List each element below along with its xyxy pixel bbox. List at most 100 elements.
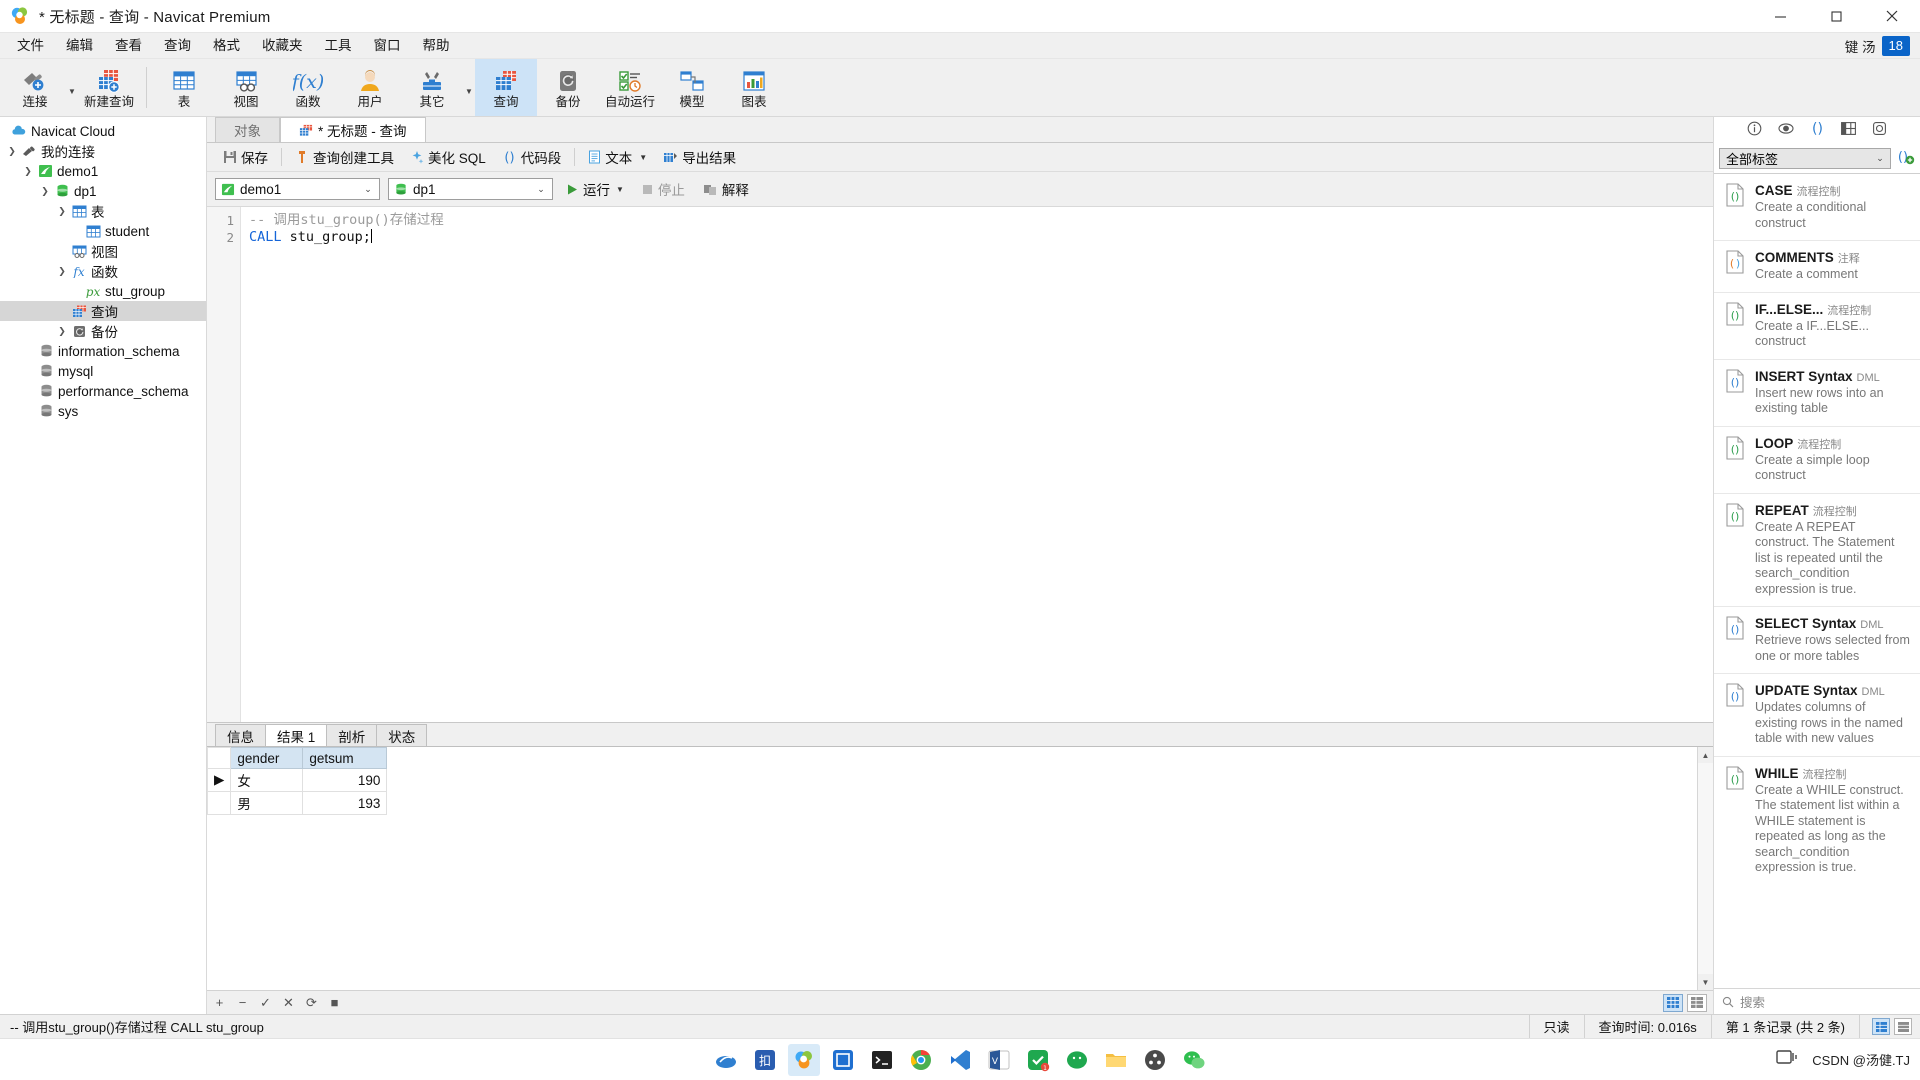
toolbar-query[interactable]: 查询	[475, 59, 537, 116]
cell-getsum[interactable]: 190	[302, 768, 388, 792]
navicat-cloud-item[interactable]: Navicat Cloud	[0, 121, 206, 141]
twisty-expanded-icon[interactable]: ❯	[37, 186, 53, 197]
form-view-button[interactable]	[1687, 993, 1707, 1012]
database-performance-schema-item[interactable]: performance_schema	[0, 381, 206, 401]
explain-button[interactable]: 解释	[698, 177, 754, 201]
query-builder-button[interactable]: 查询创建工具	[287, 144, 402, 170]
code-snippet-button[interactable]: () 代码段	[494, 144, 570, 170]
toolbar-connection[interactable]: 连接	[4, 59, 66, 116]
snippet-search[interactable]: 搜索	[1714, 988, 1920, 1014]
list-item[interactable]: () IF...ELSE... 流程控制 Create a IF...ELSE..…	[1714, 291, 1920, 359]
tab-query[interactable]: * 无标题 - 查询	[280, 117, 426, 142]
toolbar-automation[interactable]: 自动运行	[599, 59, 661, 116]
scroll-up-icon[interactable]: ▲	[1698, 747, 1713, 763]
twisty-expanded-icon[interactable]: ❯	[4, 146, 20, 157]
list-item[interactable]: () INSERT Syntax DML Insert new rows into…	[1714, 358, 1920, 426]
others-dropdown-caret-icon[interactable]: ▼	[463, 87, 475, 96]
taskbar-chrome-icon[interactable]	[905, 1044, 937, 1076]
table-row[interactable]: 男 193	[207, 791, 388, 815]
taskbar-navicat-icon[interactable]	[788, 1043, 820, 1076]
toolbar-backup[interactable]: 备份	[537, 59, 599, 116]
scroll-down-icon[interactable]: ▼	[1698, 974, 1713, 990]
toolbar-others[interactable]: 其它	[401, 59, 463, 116]
minimize-button[interactable]	[1752, 0, 1808, 33]
snippet-list[interactable]: () CASE 流程控制 Create a conditional constru…	[1714, 173, 1920, 988]
folder-backups-item[interactable]: ❯ 备份	[0, 321, 206, 341]
menu-item-view[interactable]: 查看	[104, 34, 153, 58]
result-grid[interactable]: gender getsum ▶ 女 190 男 193	[207, 747, 1697, 990]
taskbar-todo-icon[interactable]: 1	[1022, 1044, 1054, 1076]
taskbar-ime-icon[interactable]	[710, 1044, 742, 1076]
database-mysql-item[interactable]: mysql	[0, 361, 206, 381]
chevron-down-icon[interactable]: ⌄	[532, 184, 550, 195]
tab-result-1[interactable]: 结果 1	[265, 724, 328, 746]
toolbar-new-query[interactable]: 新建查询	[78, 59, 140, 116]
list-item[interactable]: () WHILE 流程控制 Create a WHILE construct. T…	[1714, 755, 1920, 885]
menu-item-favorites[interactable]: 收藏夹	[251, 34, 314, 58]
menu-item-query[interactable]: 查询	[153, 34, 202, 58]
folder-tables-item[interactable]: ❯ 表	[0, 201, 206, 221]
database-sys-item[interactable]: sys	[0, 401, 206, 421]
taskbar-vscode-icon[interactable]	[944, 1044, 976, 1076]
taskbar-terminal-icon[interactable]	[866, 1044, 898, 1076]
stop-button[interactable]: ■	[328, 995, 341, 1010]
tab-objects[interactable]: 对象	[215, 117, 280, 142]
settings-icon[interactable]	[1872, 121, 1887, 139]
tag-filter-select[interactable]: 全部标签 ⌄	[1719, 147, 1891, 169]
list-item[interactable]: () UPDATE Syntax DML Updates columns of e…	[1714, 673, 1920, 756]
list-item[interactable]: () CASE 流程控制 Create a conditional constru…	[1714, 173, 1920, 240]
save-button[interactable]: 保存	[215, 144, 276, 170]
list-item[interactable]: () SELECT Syntax DML Retrieve rows select…	[1714, 606, 1920, 673]
folder-views-item[interactable]: 视图	[0, 241, 206, 261]
taskbar-explorer-icon[interactable]	[1100, 1044, 1132, 1076]
folder-functions-item[interactable]: ❯ fx 函数	[0, 261, 206, 281]
taskbar-office-icon[interactable]: V	[983, 1044, 1015, 1076]
twisty-expanded-icon[interactable]: ❯	[54, 206, 70, 217]
menu-item-help[interactable]: 帮助	[412, 34, 461, 58]
toolbar-view[interactable]: 视图	[215, 59, 277, 116]
list-item[interactable]: () LOOP 流程控制 Create a simple loop constru…	[1714, 425, 1920, 493]
table-student-item[interactable]: student	[0, 221, 206, 241]
grid-view-button[interactable]	[1663, 993, 1683, 1012]
ime-badge[interactable]: 18	[1881, 35, 1910, 56]
database-dp1-item[interactable]: ❯ dp1	[0, 181, 206, 201]
cell-getsum[interactable]: 193	[302, 791, 388, 815]
connection-select[interactable]: demo1 ⌄	[215, 178, 380, 200]
procedure-stu-group-item[interactable]: px stu_group	[0, 281, 206, 301]
chevron-down-icon[interactable]: ▼	[639, 153, 647, 162]
tab-info[interactable]: 信息	[215, 724, 266, 746]
menu-item-tools[interactable]: 工具	[314, 34, 363, 58]
task-view-icon[interactable]	[1776, 1048, 1798, 1071]
my-connections-item[interactable]: ❯ 我的连接	[0, 141, 206, 161]
editor-code-area[interactable]: -- 调用stu_group()存储过程 CALL stu_group;	[241, 207, 1713, 722]
scrollbar-track[interactable]	[1698, 763, 1713, 974]
twisty-collapsed-icon[interactable]: ❯	[54, 326, 70, 337]
add-record-button[interactable]: +	[213, 995, 226, 1010]
chevron-down-icon[interactable]: ▼	[616, 185, 624, 194]
remove-record-button[interactable]: −	[236, 995, 249, 1010]
status-form-view-button[interactable]	[1894, 1018, 1912, 1035]
beautify-sql-button[interactable]: 美化 SQL	[402, 144, 494, 170]
twisty-expanded-icon[interactable]: ❯	[54, 266, 70, 277]
result-vertical-scrollbar[interactable]: ▲ ▼	[1697, 747, 1713, 990]
text-button[interactable]: 文本 ▼	[580, 144, 655, 170]
status-grid-view-button[interactable]	[1872, 1018, 1890, 1035]
toolbar-user[interactable]: 用户	[339, 59, 401, 116]
preview-icon[interactable]	[1778, 121, 1794, 139]
taskbar-apps-icon[interactable]	[1139, 1044, 1171, 1076]
toolbar-function[interactable]: f(x) 函数	[277, 59, 339, 116]
cancel-button[interactable]: ✕	[282, 995, 295, 1011]
maximize-button[interactable]	[1808, 0, 1864, 33]
table-row[interactable]: ▶ 女 190	[207, 768, 388, 792]
twisty-expanded-icon[interactable]: ❯	[20, 166, 36, 177]
refresh-button[interactable]: ⟳	[305, 995, 318, 1011]
snippets-icon[interactable]: ()	[1810, 121, 1825, 139]
confirm-button[interactable]: ✓	[259, 995, 272, 1011]
tab-profile[interactable]: 剖析	[326, 724, 378, 746]
menu-item-window[interactable]: 窗口	[363, 34, 412, 58]
info-icon[interactable]	[1747, 121, 1762, 139]
add-snippet-icon[interactable]: ()	[1897, 148, 1915, 168]
taskbar-app-blue-icon[interactable]: 扣	[749, 1044, 781, 1076]
export-result-button[interactable]: 导出结果	[655, 144, 744, 170]
menu-item-edit[interactable]: 编辑	[55, 34, 104, 58]
